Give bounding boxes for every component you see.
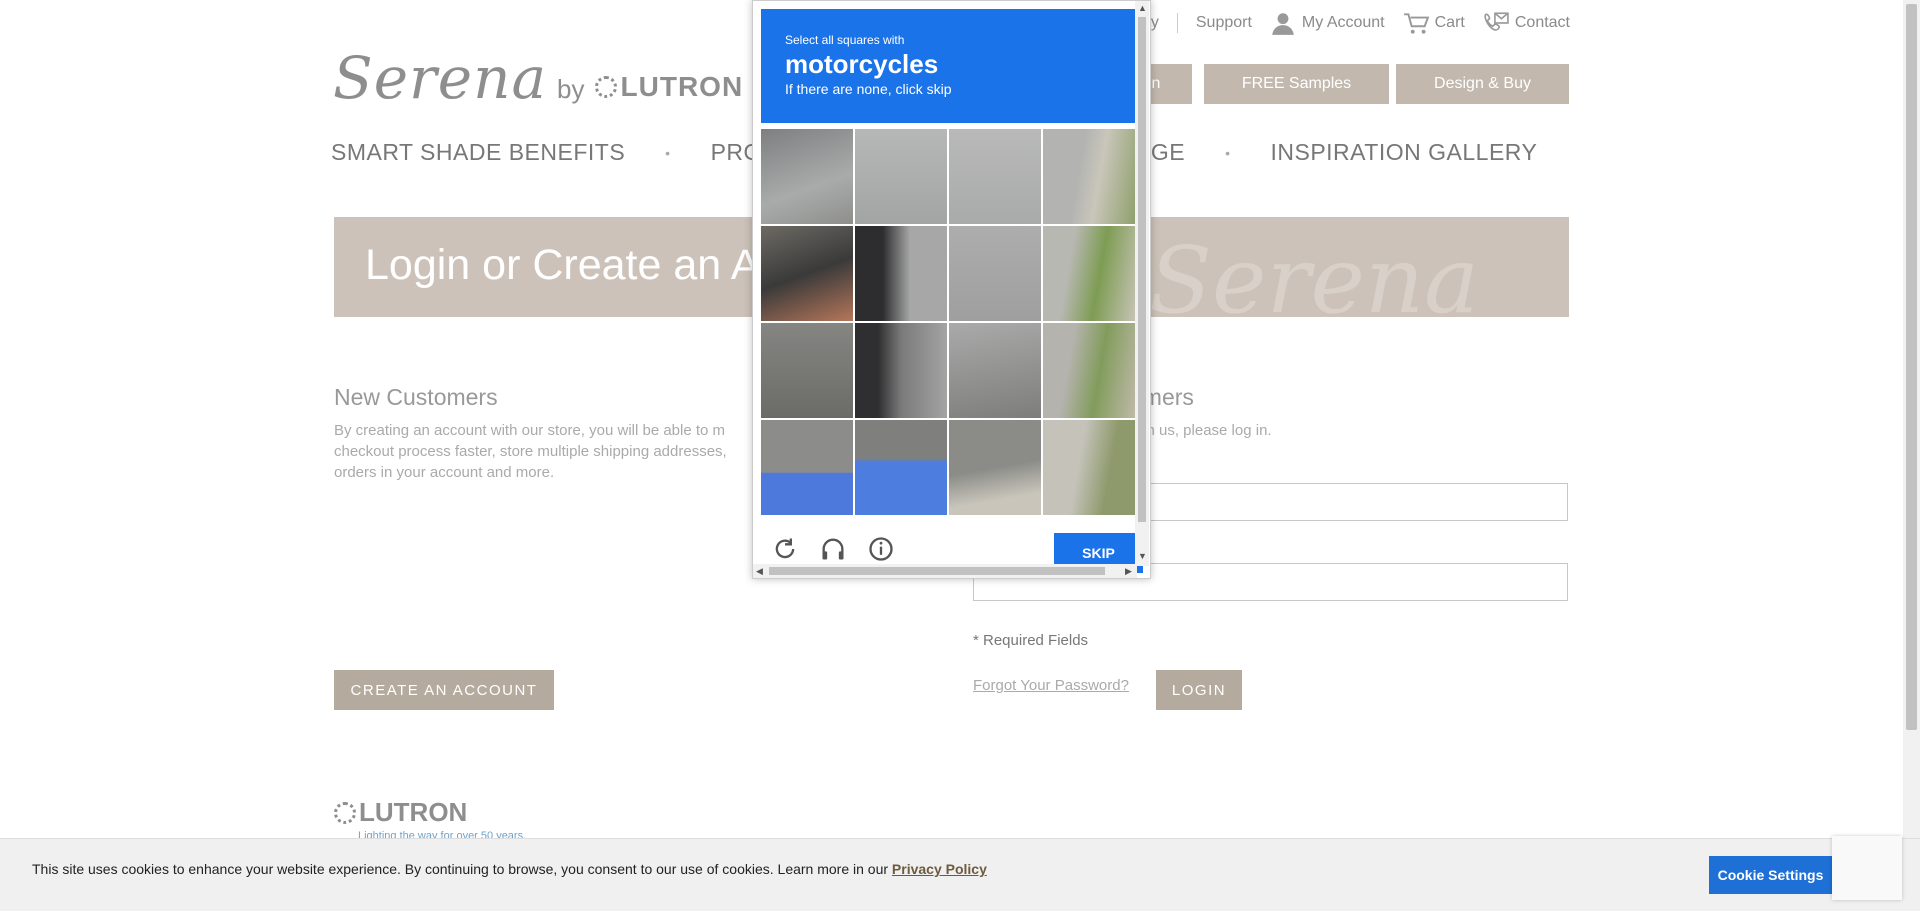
captcha-tile[interactable] bbox=[855, 226, 947, 321]
new-customers-line: checkout process faster, store multiple … bbox=[334, 443, 727, 460]
my-account-link[interactable]: My Account bbox=[1270, 10, 1385, 36]
captcha-tile[interactable] bbox=[949, 129, 1041, 224]
lutron-sunburst-icon bbox=[594, 76, 617, 98]
cookie-message-text: This site uses cookies to enhance your w… bbox=[32, 861, 892, 877]
captcha-vertical-scrollbar[interactable]: ▲ ▼ bbox=[1135, 1, 1149, 566]
my-account-label: My Account bbox=[1301, 14, 1385, 31]
captcha-tile[interactable] bbox=[761, 323, 853, 418]
banner-watermark: Serena bbox=[1149, 227, 1479, 317]
cart-label: Cart bbox=[1434, 14, 1465, 31]
page-scrollbar-thumb[interactable] bbox=[1906, 4, 1917, 730]
scroll-left-icon[interactable]: ◀ bbox=[756, 566, 763, 577]
page-scrollbar[interactable] bbox=[1903, 0, 1920, 910]
contact-label: Contact bbox=[1514, 14, 1570, 31]
captcha-footer: SKIP bbox=[761, 531, 1143, 573]
cookie-banner: This site uses cookies to enhance your w… bbox=[0, 838, 1920, 911]
privacy-policy-link[interactable]: Privacy Policy bbox=[892, 861, 987, 877]
captcha-tile[interactable] bbox=[761, 129, 853, 224]
utility-nav: y Support My Account Cart Contact bbox=[1151, 10, 1570, 36]
cart-icon bbox=[1403, 13, 1429, 34]
captcha-tile[interactable] bbox=[761, 420, 853, 515]
user-icon bbox=[1272, 13, 1294, 35]
forgot-password-link[interactable]: Forgot Your Password? bbox=[973, 677, 1129, 694]
captcha-tile[interactable] bbox=[761, 226, 853, 321]
cookie-settings-button[interactable]: Cookie Settings bbox=[1709, 856, 1832, 894]
scroll-down-icon[interactable]: ▼ bbox=[1138, 551, 1147, 561]
captcha-horizontal-thumb[interactable] bbox=[769, 567, 1105, 575]
captcha-tile[interactable] bbox=[1043, 226, 1135, 321]
design-buy-button[interactable]: Design & Buy bbox=[1396, 64, 1569, 104]
new-customers-line: By creating an account with our store, y… bbox=[334, 422, 726, 439]
captcha-tile[interactable] bbox=[1043, 323, 1135, 418]
nav-separator: • bbox=[665, 144, 671, 161]
support-link[interactable]: Support bbox=[1196, 14, 1252, 32]
captcha-challenge: Select all squares with motorcycles If t… bbox=[752, 0, 1151, 579]
new-customers-line: orders in your account and more. bbox=[334, 464, 555, 481]
page-title: Login or Create an A bbox=[365, 241, 760, 289]
footer-brand: LUTRON bbox=[334, 797, 526, 828]
main-nav: SMART SHADE BENEFITS • PROD bbox=[331, 139, 779, 166]
support-label: Support bbox=[1195, 14, 1252, 31]
new-customers-text: By creating an account with our store, y… bbox=[334, 420, 727, 483]
phone-mail-icon bbox=[1484, 12, 1509, 31]
free-samples-button[interactable]: FREE Samples bbox=[1204, 64, 1389, 104]
registered-customers-text: ith us, please log in. bbox=[1139, 422, 1272, 439]
captcha-tile[interactable] bbox=[855, 129, 947, 224]
captcha-tile[interactable] bbox=[855, 323, 947, 418]
info-icon[interactable] bbox=[867, 535, 895, 563]
login-button[interactable]: LOGIN bbox=[1156, 670, 1242, 710]
captcha-tile[interactable] bbox=[1043, 420, 1135, 515]
utility-partial-link[interactable]: y bbox=[1151, 14, 1159, 32]
main-nav-right: AGE • INSPIRATION GALLERY bbox=[1135, 139, 1537, 166]
footer-brand-text: LUTRON bbox=[359, 797, 468, 827]
captcha-tile[interactable] bbox=[949, 323, 1041, 418]
captcha-tile[interactable] bbox=[949, 420, 1041, 515]
utility-divider bbox=[1176, 13, 1178, 33]
captcha-instruction: Select all squares with bbox=[785, 33, 905, 47]
captcha-header: Select all squares with motorcycles If t… bbox=[761, 9, 1135, 123]
nav-smart-shade-benefits[interactable]: SMART SHADE BENEFITS bbox=[331, 139, 625, 166]
captcha-subtext: If there are none, click skip bbox=[785, 81, 952, 97]
logo-brand: LUTRON bbox=[620, 71, 744, 102]
create-account-button[interactable]: CREATE AN ACCOUNT bbox=[334, 670, 554, 710]
captcha-target: motorcycles bbox=[785, 49, 939, 79]
contact-link[interactable]: Contact bbox=[1483, 10, 1570, 36]
cart-link[interactable]: Cart bbox=[1403, 10, 1465, 36]
nav-inspiration-gallery[interactable]: INSPIRATION GALLERY bbox=[1270, 139, 1537, 166]
lutron-sunburst-icon bbox=[334, 801, 356, 824]
logo-lutron: LUTRON bbox=[594, 71, 744, 103]
logo-by: by bbox=[557, 74, 585, 104]
captcha-tile[interactable] bbox=[855, 420, 947, 515]
captcha-tile[interactable] bbox=[1043, 129, 1135, 224]
audio-icon[interactable] bbox=[819, 535, 847, 563]
new-customers-title: New Customers bbox=[334, 384, 498, 410]
serena-logo[interactable]: Serena by LUTRON bbox=[333, 44, 743, 112]
scroll-up-icon[interactable]: ▲ bbox=[1138, 3, 1147, 13]
scroll-right-icon[interactable]: ▶ bbox=[1125, 566, 1132, 577]
captcha-horizontal-scrollbar[interactable]: ◀ ▶ bbox=[753, 564, 1137, 578]
reload-icon[interactable] bbox=[771, 535, 799, 563]
recaptcha-badge[interactable] bbox=[1832, 836, 1902, 900]
logo-script: Serena bbox=[333, 44, 548, 112]
captcha-tile[interactable] bbox=[949, 226, 1041, 321]
required-fields-note: * Required Fields bbox=[973, 632, 1089, 649]
nav-separator: • bbox=[1225, 144, 1231, 161]
footer-logo: LUTRON Lighting the way for over 50 year… bbox=[334, 797, 526, 842]
captcha-vertical-thumb[interactable] bbox=[1138, 17, 1146, 522]
captcha-grid bbox=[761, 129, 1135, 515]
cookie-message: This site uses cookies to enhance your w… bbox=[32, 861, 987, 877]
